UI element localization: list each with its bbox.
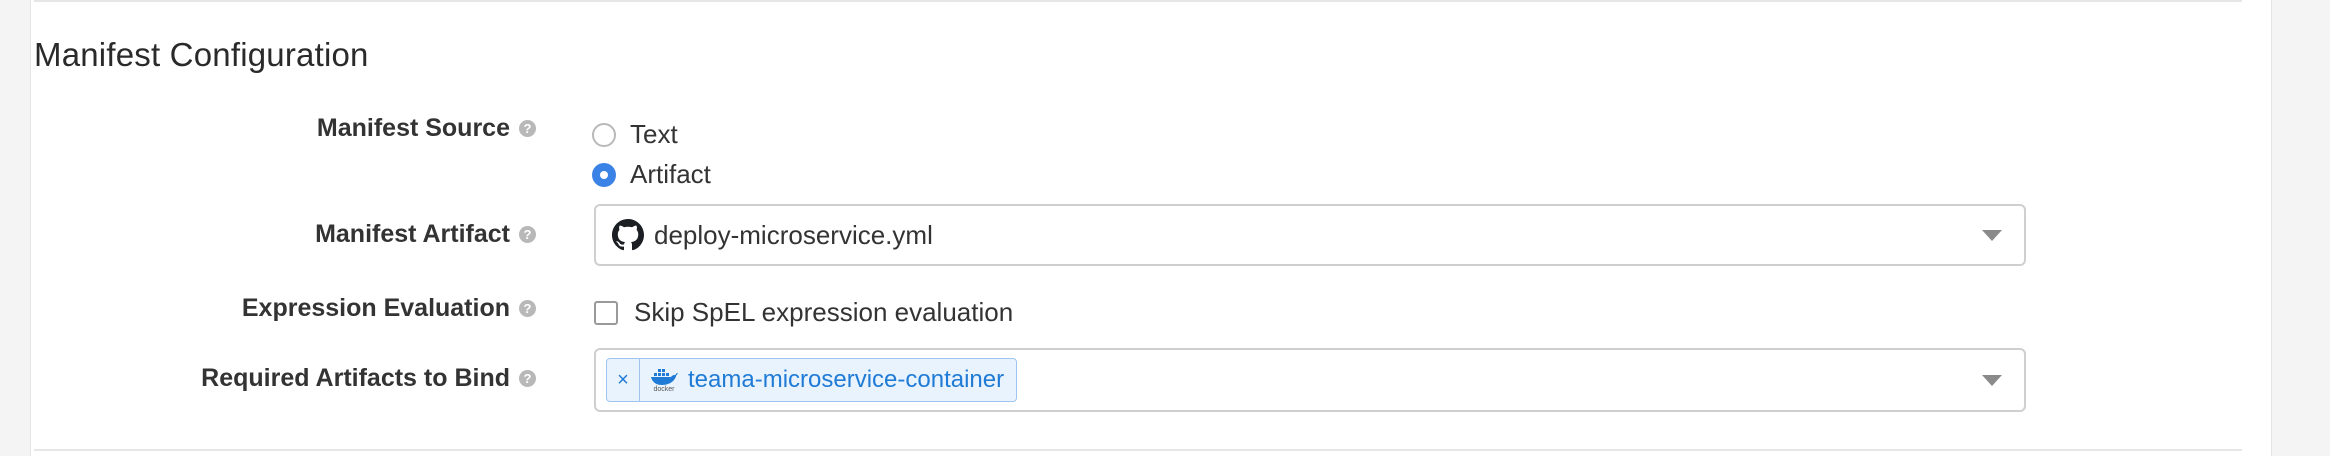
top-divider: [34, 0, 2242, 2]
chevron-down-icon[interactable]: [1982, 230, 2002, 241]
manifest-source-label: Manifest Source ?: [317, 114, 536, 143]
artifact-tag: × docker teama-microservice-container: [606, 358, 1018, 402]
skip-spel-option[interactable]: Skip SpEL expression evaluation: [594, 297, 1013, 328]
manifest-artifact-select[interactable]: deploy-microservice.yml: [594, 204, 2026, 266]
manifest-artifact-label-text: Manifest Artifact: [315, 220, 510, 248]
manifest-source-label-text: Manifest Source: [316, 114, 510, 142]
required-artifacts-label: Required Artifacts to Bind ?: [201, 364, 536, 393]
required-artifacts-select[interactable]: × docker teama-microservice-container: [594, 348, 2026, 412]
help-icon[interactable]: ?: [519, 300, 536, 317]
expression-evaluation-label: Expression Evaluation ?: [242, 294, 536, 323]
help-icon[interactable]: ?: [519, 226, 536, 243]
radio-option-artifact[interactable]: Artifact: [592, 159, 711, 190]
radio-option-text[interactable]: Text: [592, 119, 678, 150]
section-title: Manifest Configuration: [34, 36, 369, 73]
manifest-artifact-label: Manifest Artifact ?: [315, 220, 536, 249]
expression-evaluation-label-text: Expression Evaluation: [241, 294, 510, 322]
radio-text-button[interactable]: [592, 122, 616, 147]
artifact-tag-label: teama-microservice-container: [688, 366, 1005, 393]
skip-spel-checkbox[interactable]: [594, 300, 618, 325]
tag-body: docker teama-microservice-container: [640, 359, 1016, 401]
manifest-artifact-value: deploy-microservice.yml: [654, 219, 933, 250]
chevron-down-icon[interactable]: [1982, 375, 2002, 386]
help-icon[interactable]: ?: [519, 370, 536, 387]
radio-artifact-label[interactable]: Artifact: [630, 159, 711, 190]
docker-icon-caption: docker: [653, 385, 675, 393]
radio-artifact-button[interactable]: [592, 162, 616, 187]
bottom-divider: [34, 449, 2242, 451]
github-icon: [612, 219, 644, 251]
skip-spel-label[interactable]: Skip SpEL expression evaluation: [634, 297, 1013, 328]
docker-icon: docker: [650, 368, 678, 393]
required-artifacts-label-text: Required Artifacts to Bind: [201, 364, 510, 392]
radio-text-label[interactable]: Text: [630, 119, 678, 150]
tag-remove-button[interactable]: ×: [607, 359, 640, 401]
help-icon[interactable]: ?: [519, 120, 536, 137]
